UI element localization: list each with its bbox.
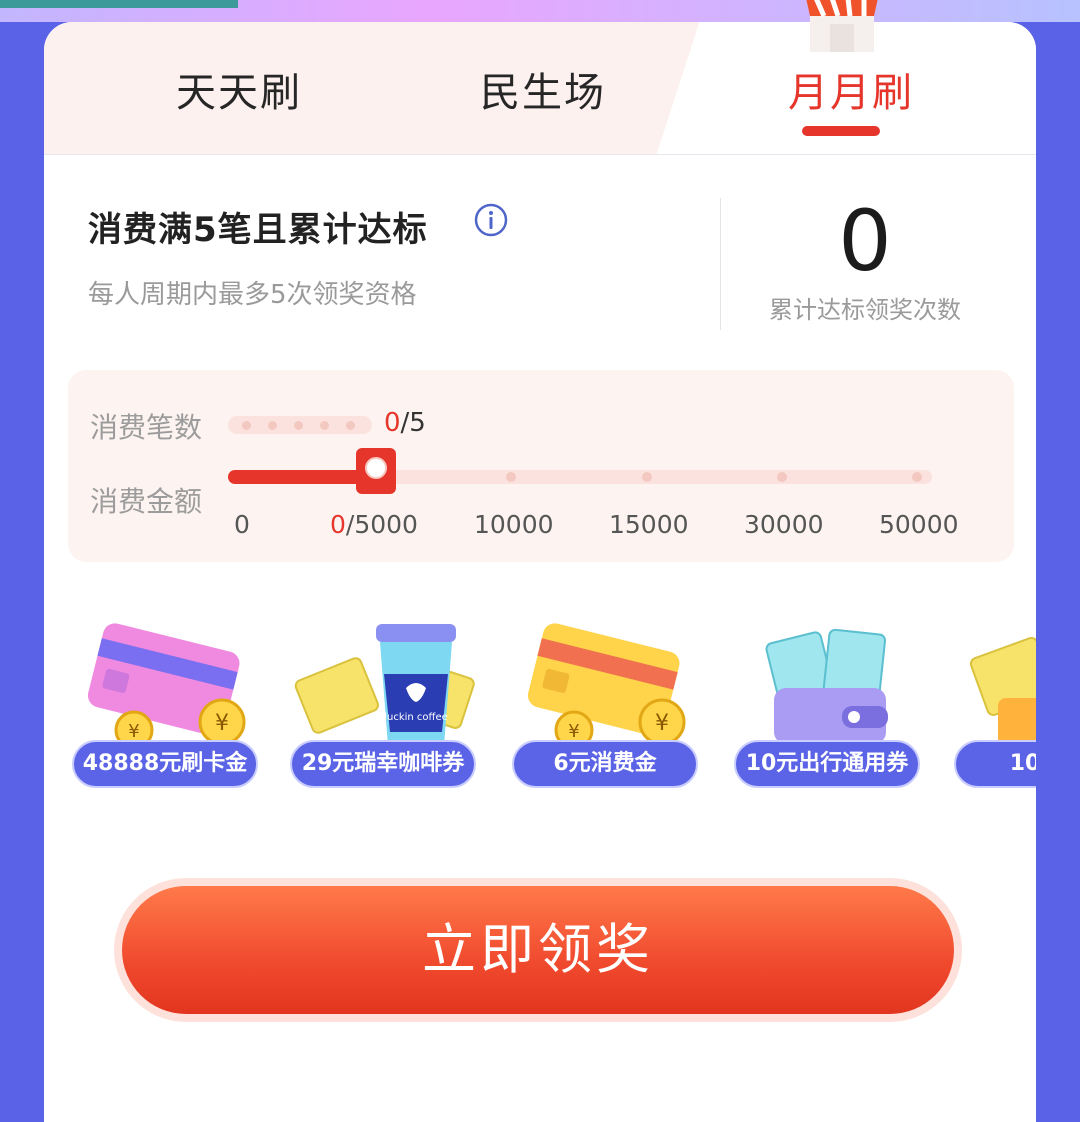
reward-count: 0	[838, 192, 892, 290]
transaction-count-value: 0/5	[384, 408, 426, 438]
prize-item[interactable]: luckin coffee 29元瑞幸咖啡券	[290, 618, 480, 788]
tick-label-50000: 50000	[879, 510, 959, 539]
claim-reward-label: 立即领奖	[122, 886, 954, 1014]
transaction-count-current: 0	[384, 408, 401, 438]
claim-reward-button[interactable]: 立即领奖	[114, 878, 962, 1022]
svg-text:¥: ¥	[568, 721, 579, 742]
prize-item[interactable]: 10元出行通用券	[734, 618, 924, 788]
amount-progress-thumb	[356, 448, 396, 494]
coffee-brand-text: luckin coffee	[384, 712, 448, 723]
count-step-dot	[294, 421, 303, 430]
svg-text:¥: ¥	[128, 721, 139, 742]
count-step-dot	[242, 421, 251, 430]
prize-label: 29元瑞幸咖啡券	[290, 740, 476, 788]
card-coin-icon: ¥ ¥	[87, 623, 246, 748]
prize-label: 10元出行通用券	[734, 740, 920, 788]
tick-dot-10000	[506, 472, 516, 482]
amount-current-label: 0/5000	[330, 510, 418, 539]
activity-card: 天天刷 民生场 月月刷 消费满5笔且累计达标 每人周期内最多5次领奖资格 0 累…	[44, 22, 1036, 1122]
tab-bar: 天天刷 民生场 月月刷	[44, 22, 1036, 162]
prize-item[interactable]: ¥ ¥ 48888元刷卡金	[72, 618, 262, 788]
svg-text:¥: ¥	[215, 711, 229, 736]
coffee-icon: luckin coffee	[294, 624, 475, 746]
tab-livelihood[interactable]: 民生场	[480, 60, 606, 118]
thumb-knob	[365, 457, 387, 479]
tick-label-10000: 10000	[474, 510, 554, 539]
info-icon[interactable]	[474, 203, 508, 237]
tick-dot-30000	[777, 472, 787, 482]
tab-divider	[44, 154, 1036, 155]
tick-label-30000: 30000	[744, 510, 824, 539]
amount-progress-track	[228, 448, 932, 494]
food-voucher-icon	[969, 636, 1036, 746]
prize-label: 10元饭	[954, 740, 1036, 788]
top-banner-strip	[0, 0, 1080, 22]
task-subtitle: 每人周期内最多5次领奖资格	[88, 280, 417, 310]
prize-label: 6元消费金	[512, 740, 698, 788]
shop-icon	[806, 0, 878, 52]
tick-label-15000: 15000	[609, 510, 689, 539]
task-title: 消费满5笔且累计达标	[88, 210, 428, 250]
transaction-count-total: /5	[400, 408, 426, 438]
card-coin-icon: ¥ ¥	[527, 623, 686, 748]
transaction-count-label: 消费笔数	[90, 411, 203, 444]
amount-current: 0	[330, 510, 346, 539]
progress-panel: 消费笔数 0/5 消费金额 0 0/5000 10000 15000 30000…	[68, 370, 1014, 562]
tick-dot-15000	[642, 472, 652, 482]
stats-divider	[720, 198, 721, 330]
ticket-wallet-icon	[765, 628, 888, 744]
count-step-dot	[320, 421, 329, 430]
prize-item[interactable]: 10元饭	[954, 618, 1036, 788]
tick-dot-50000	[912, 472, 922, 482]
amount-target: /5000	[345, 510, 418, 539]
tab-active-indicator	[802, 126, 880, 136]
tick-label-0: 0	[234, 510, 250, 539]
transaction-count-track	[228, 416, 372, 434]
tab-daily[interactable]: 天天刷	[176, 60, 302, 118]
tab-monthly[interactable]: 月月刷	[788, 60, 914, 118]
count-step-dot	[346, 421, 355, 430]
prize-label: 48888元刷卡金	[72, 740, 258, 788]
prize-item[interactable]: ¥ ¥ 6元消费金	[512, 618, 702, 788]
svg-text:¥: ¥	[655, 711, 669, 736]
count-step-dot	[268, 421, 277, 430]
amount-label: 消费金额	[90, 485, 203, 518]
top-banner-tab	[0, 0, 238, 8]
reward-count-label: 累计达标领奖次数	[769, 296, 961, 324]
